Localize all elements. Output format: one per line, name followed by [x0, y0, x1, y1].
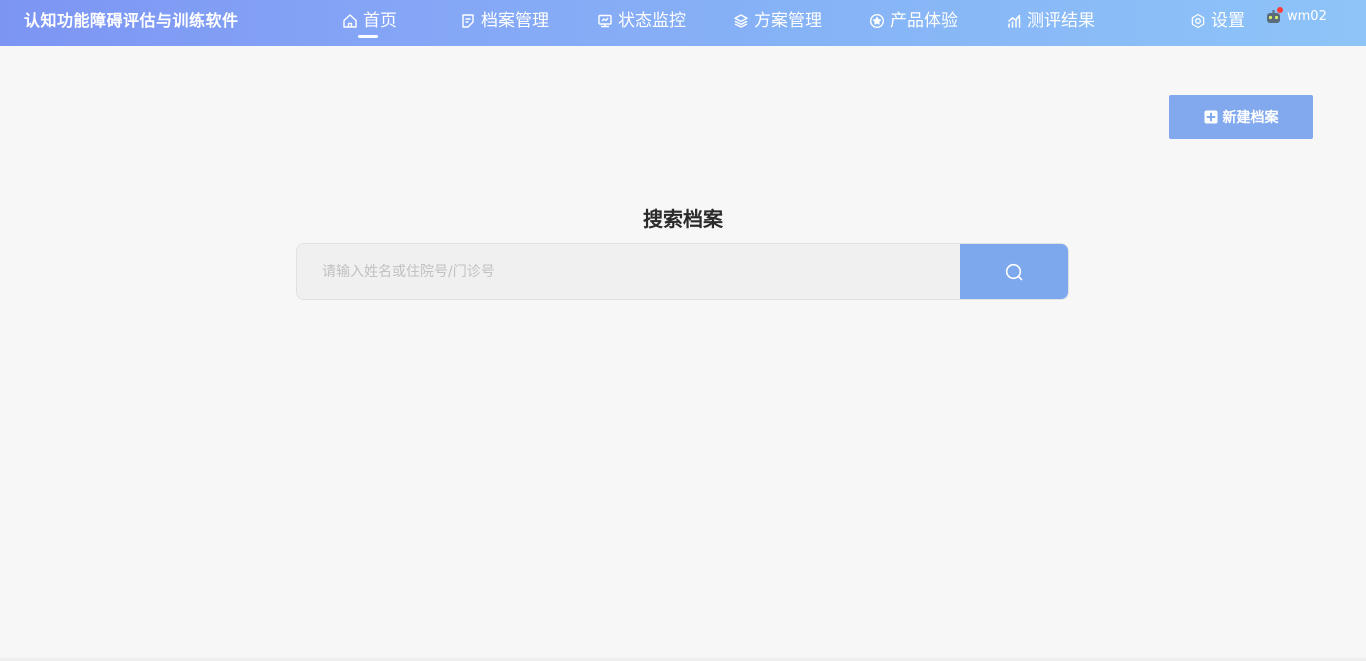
chart-icon [1008, 14, 1021, 28]
username: wm02 [1287, 9, 1327, 24]
new-record-button[interactable]: 新建档案 [1169, 95, 1313, 139]
nav-label: 产品体验 [890, 11, 958, 31]
search-title: 搜索档案 [643, 207, 723, 231]
avatar [1265, 7, 1283, 25]
search-input[interactable] [297, 244, 960, 299]
nav-label: 设置 [1211, 11, 1245, 31]
new-record-label: 新建档案 [1222, 110, 1279, 126]
plus-square-icon [1204, 110, 1217, 124]
search-button[interactable] [960, 244, 1068, 299]
nav-item-records[interactable]: 档案管理 [460, 0, 549, 42]
app-title: 认知功能障碍评估与训练软件 [24, 11, 239, 30]
nav-item-monitor[interactable]: 状态监控 [597, 0, 686, 42]
nav-item-plans[interactable]: 方案管理 [733, 0, 822, 42]
monitor-icon [598, 14, 612, 28]
search-icon [1005, 263, 1023, 280]
top-navigation-bar: 认知功能障碍评估与训练软件 首页 档案管理 状态监控 方案管理 产品体验 测评结… [0, 0, 1366, 46]
nav-label: 状态监控 [618, 11, 686, 31]
nav-item-home[interactable]: 首页 [342, 0, 397, 42]
user-menu[interactable]: wm02 [1265, 7, 1327, 25]
nav-label: 档案管理 [481, 11, 549, 31]
document-icon [462, 14, 474, 28]
notification-dot [1277, 7, 1283, 13]
nav-item-results[interactable]: 测评结果 [1006, 0, 1095, 42]
nav-label: 首页 [363, 11, 397, 31]
nav-item-experience[interactable]: 产品体验 [869, 0, 958, 42]
star-icon [869, 13, 885, 29]
home-icon [343, 14, 357, 28]
layers-icon [734, 14, 748, 28]
nav-item-settings[interactable]: 设置 [1190, 0, 1245, 42]
nav-label: 方案管理 [754, 11, 822, 31]
nav-label: 测评结果 [1027, 11, 1095, 31]
settings-icon [1191, 13, 1205, 29]
search-bar [296, 243, 1069, 300]
